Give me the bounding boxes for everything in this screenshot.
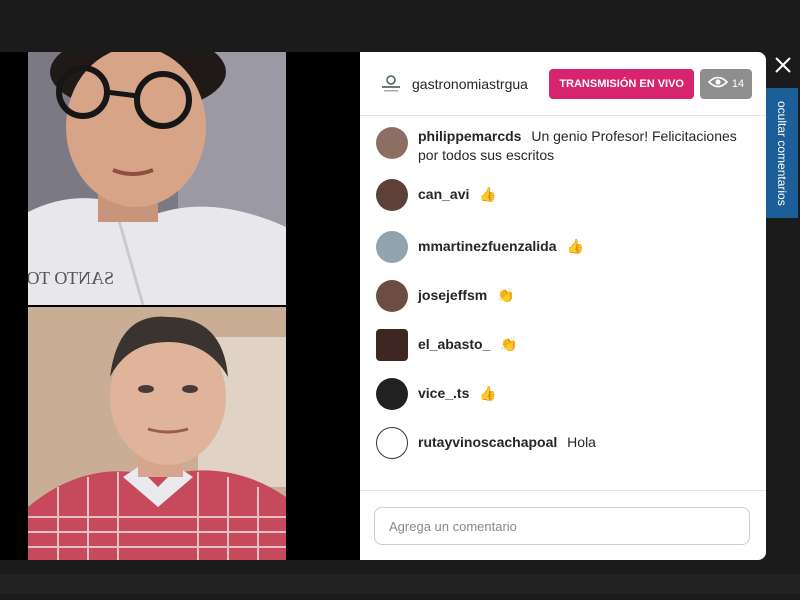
avatar[interactable] [376, 378, 408, 410]
panel-header: gastronomiastrgua TRANSMISIÓN EN VIVO 14 [360, 52, 766, 116]
avatar[interactable] [376, 280, 408, 312]
comment-item: can_avi 👍 [376, 179, 750, 211]
clapping-hands-icon: 👏 [500, 336, 518, 352]
avatar[interactable] [376, 179, 408, 211]
thumbs-up-icon: 👍 [566, 238, 584, 254]
comments-list[interactable]: philippemarcds Un genio Profesor! Felici… [360, 117, 766, 489]
viewer-count: 14 [731, 77, 745, 90]
thumbs-up-icon: 👍 [479, 385, 497, 401]
video-feed-guest [28, 307, 286, 560]
eye-icon [707, 76, 729, 91]
avatar[interactable] [376, 427, 408, 459]
jacket-logo-text: SANTO TOMÁS [28, 267, 114, 288]
bottom-bar [0, 560, 800, 600]
comment-username[interactable]: josejeffsm [418, 287, 487, 303]
host-video-image: SANTO TOMÁS [28, 52, 286, 305]
hide-comments-label: ocultar comentarios [775, 100, 789, 206]
comment-item: rutayvinoscachapoal Hola [376, 427, 750, 459]
live-comments-panel: gastronomiastrgua TRANSMISIÓN EN VIVO 14… [360, 52, 766, 560]
comment-username[interactable]: philippemarcds [418, 128, 521, 144]
comment-text: Hola [567, 434, 596, 450]
comment-username[interactable]: el_abasto_ [418, 336, 490, 352]
comment-item: el_abasto_ 👏 [376, 329, 750, 361]
thumbs-up-icon: 👍 [479, 186, 497, 202]
live-badge: TRANSMISIÓN EN VIVO [549, 68, 694, 99]
channel-logo-icon[interactable] [378, 71, 404, 97]
guest-video-image [28, 307, 286, 560]
comment-item: philippemarcds Un genio Profesor! Felici… [376, 127, 750, 165]
comment-composer [360, 490, 766, 560]
video-area: SANTO TOMÁS [0, 52, 360, 560]
avatar[interactable] [376, 329, 408, 361]
comment-input[interactable] [374, 507, 750, 545]
comment-item: josejeffsm 👏 [376, 280, 750, 312]
avatar[interactable] [376, 231, 408, 263]
comment-item: vice_.ts 👍 [376, 378, 750, 410]
viewer-count-badge[interactable]: 14 [700, 68, 752, 99]
close-icon[interactable] [770, 52, 796, 78]
top-bar [0, 0, 800, 52]
video-feed-host: SANTO TOMÁS [28, 52, 286, 305]
avatar[interactable] [376, 127, 408, 159]
clapping-hands-icon: 👏 [497, 287, 515, 303]
comment-username[interactable]: mmartinezfuenzalida [418, 238, 556, 254]
comment-username[interactable]: rutayvinoscachapoal [418, 434, 557, 450]
hide-comments-button[interactable]: ocultar comentarios [766, 88, 798, 218]
comment-username[interactable]: vice_.ts [418, 385, 469, 401]
comment-username[interactable]: can_avi [418, 186, 469, 202]
comment-item: mmartinezfuenzalida 👍 [376, 231, 750, 263]
channel-name[interactable]: gastronomiastrgua [412, 76, 549, 92]
